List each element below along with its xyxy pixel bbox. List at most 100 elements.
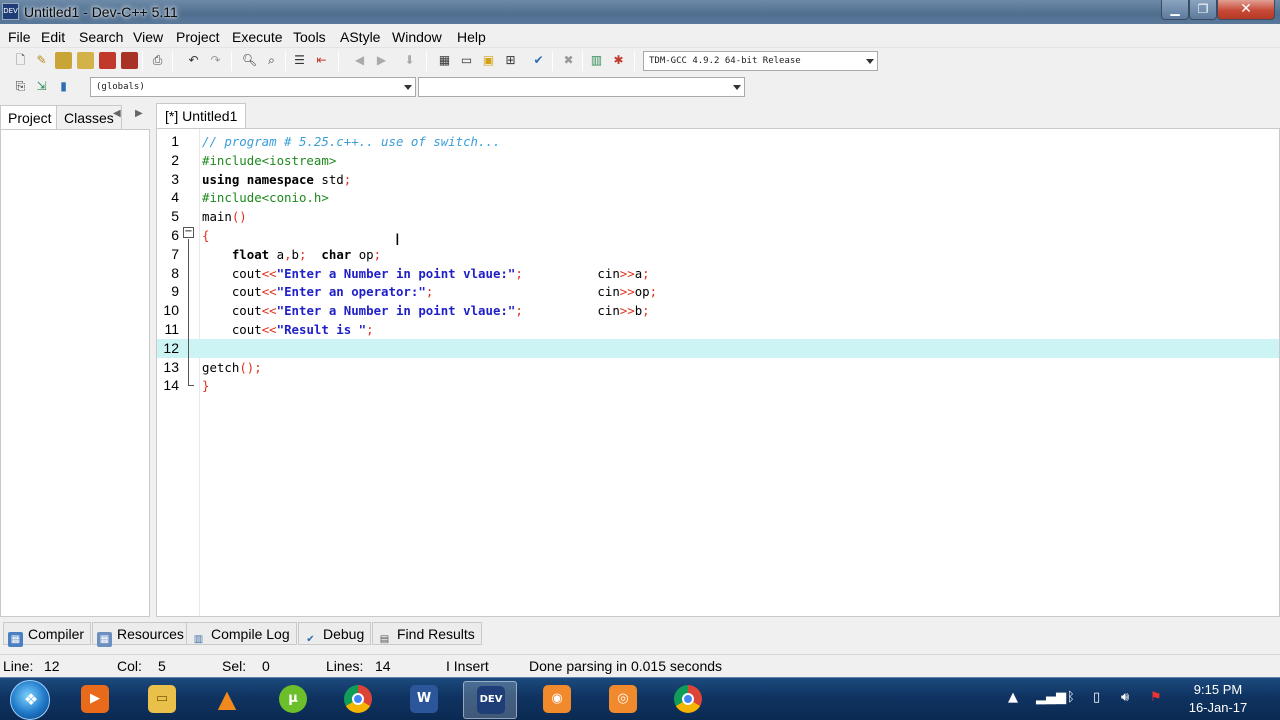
- menu-search[interactable]: Search: [79, 29, 123, 45]
- maximize-button[interactable]: ❐: [1189, 0, 1217, 20]
- fold-collapse-icon[interactable]: −: [183, 227, 194, 238]
- windows-logo-icon: ❖: [23, 690, 39, 709]
- code-line[interactable]: 14}: [157, 376, 1279, 395]
- menu-view[interactable]: View: [133, 29, 163, 45]
- status-col-value: 5: [158, 658, 166, 674]
- print-icon[interactable]: ⎙: [149, 52, 166, 69]
- tab-find-results[interactable]: ▤ Find Results: [372, 622, 482, 645]
- save-all-icon[interactable]: [77, 52, 94, 69]
- scroll-right-icon[interactable]: ▶: [135, 108, 143, 119]
- code-line[interactable]: 4 #include<conio.h>: [157, 188, 1279, 207]
- redo-icon[interactable]: ↷: [207, 52, 224, 69]
- profile-chart-icon[interactable]: ▥: [588, 52, 605, 69]
- project-add-icon[interactable]: ▭: [458, 52, 475, 69]
- check-syntax-icon[interactable]: ✔: [530, 52, 547, 69]
- project-options-icon[interactable]: ⊞: [502, 52, 519, 69]
- chevron-down-icon: [733, 85, 741, 90]
- text-cursor-marker: I: [446, 658, 454, 674]
- code-line[interactable]: 6{: [157, 226, 1279, 245]
- taskbar-chrome[interactable]: [331, 681, 385, 719]
- toolbar-separator: [582, 51, 583, 71]
- menu-file[interactable]: File: [8, 29, 31, 45]
- battery-icon[interactable]: ▯: [1093, 690, 1100, 705]
- close-all-icon[interactable]: [121, 52, 138, 69]
- tab-classes[interactable]: Classes: [56, 105, 122, 129]
- start-button[interactable]: ❖: [10, 680, 50, 720]
- code-line[interactable]: 5 main(): [157, 207, 1279, 226]
- bookmark-icon[interactable]: ◀: [351, 52, 368, 69]
- close-button[interactable]: ✕: [1217, 0, 1275, 20]
- code-line[interactable]: 3 using namespace std;: [157, 170, 1279, 189]
- goto-icon[interactable]: ▮: [55, 78, 72, 95]
- goto-line-icon[interactable]: ⬇: [401, 52, 418, 69]
- code-line[interactable]: 8 cout<<"Enter a Number in point vlaue:"…: [157, 264, 1279, 283]
- close-file-icon[interactable]: [99, 52, 116, 69]
- toggle-icon[interactable]: ⇲: [33, 78, 50, 95]
- menu-help[interactable]: Help: [457, 29, 486, 45]
- delete-profile-icon[interactable]: ✱: [610, 52, 627, 69]
- system-clock[interactable]: 9:15 PM 16-Jan-17: [1182, 681, 1254, 717]
- taskbar-devcpp[interactable]: DEV: [463, 681, 517, 719]
- code-line[interactable]: 12: [157, 338, 1279, 358]
- code-line[interactable]: 10 cout<<"Enter a Number in point vlaue:…: [157, 301, 1279, 320]
- stop-execution-icon[interactable]: ✖: [560, 52, 577, 69]
- devcpp-app-icon[interactable]: DEV: [2, 3, 19, 20]
- find-icon[interactable]: 🔍︎: [241, 52, 258, 69]
- scroll-left-icon[interactable]: ◀: [113, 108, 121, 119]
- menu-window[interactable]: Window: [392, 29, 442, 45]
- code-line[interactable]: 7 float a,b; char op;: [157, 245, 1279, 264]
- insert-icon[interactable]: ⎘: [12, 78, 29, 95]
- taskbar-chrome-2[interactable]: [661, 681, 715, 719]
- tab-compiler-label: Compiler: [28, 626, 85, 642]
- taskbar-media-player[interactable]: ▶: [68, 681, 122, 719]
- taskbar-word[interactable]: W: [397, 681, 451, 719]
- menu-project[interactable]: Project: [176, 29, 220, 45]
- code-line[interactable]: 9 cout<<"Enter an operator:"; cin>>op;: [157, 282, 1279, 301]
- compiler-select-value: TDM-GCC 4.9.2 64-bit Release: [649, 56, 801, 66]
- tab-untitled1[interactable]: [*] Untitled1: [156, 103, 247, 128]
- volume-icon[interactable]: 🔊︎: [1121, 690, 1129, 705]
- project-tree[interactable]: [0, 129, 150, 617]
- new-file-icon[interactable]: 🗋: [12, 52, 29, 69]
- open-file-icon[interactable]: ✎: [33, 52, 50, 69]
- menu-edit[interactable]: Edit: [41, 29, 65, 45]
- taskbar-vlc[interactable]: ▲: [200, 681, 254, 719]
- goto-bookmark-icon[interactable]: ▶: [373, 52, 390, 69]
- tab-resources[interactable]: ▦ Resources: [92, 622, 191, 647]
- menu-astyle[interactable]: AStyle: [340, 29, 380, 45]
- taskbar-file-explorer[interactable]: ▭: [135, 681, 189, 719]
- indent-icon[interactable]: ☰: [291, 52, 308, 69]
- scope-select[interactable]: (globals): [90, 77, 416, 97]
- member-select[interactable]: [418, 77, 745, 97]
- code-line[interactable]: 2 #include<iostream>: [157, 151, 1279, 170]
- show-hidden-icons-icon[interactable]: ▲: [1008, 690, 1018, 705]
- project-remove-icon[interactable]: ▣: [480, 52, 497, 69]
- undo-icon[interactable]: ↶: [185, 52, 202, 69]
- action-center-flag-icon[interactable]: ⚑: [1150, 690, 1162, 705]
- project-new-icon[interactable]: ▦: [436, 52, 453, 69]
- taskbar-utorrent[interactable]: µ: [266, 681, 320, 719]
- minimize-button[interactable]: ▁: [1161, 0, 1189, 20]
- code-line[interactable]: 11 cout<<"Result is ";: [157, 320, 1279, 339]
- unindent-icon[interactable]: ⇤: [313, 52, 330, 69]
- code-line[interactable]: 1 // program # 5.25.c++.. use of switch..…: [157, 132, 1279, 151]
- menu-execute[interactable]: Execute: [232, 29, 283, 45]
- tab-compile-log[interactable]: ▥ Compile Log: [186, 622, 297, 645]
- line-number: 13: [163, 358, 179, 375]
- compiler-select[interactable]: TDM-GCC 4.9.2 64-bit Release: [643, 51, 878, 71]
- code-line[interactable]: 13 getch();: [157, 358, 1279, 377]
- replace-icon[interactable]: ⌕: [263, 52, 280, 69]
- menu-tools[interactable]: Tools: [293, 29, 326, 45]
- line-number: 7: [171, 245, 179, 262]
- taskbar-screenshot-tool[interactable]: ◎: [596, 681, 650, 719]
- bluetooth-icon[interactable]: ᛒ: [1067, 690, 1075, 705]
- code-text: #include<iostream>: [202, 152, 337, 168]
- tab-compiler[interactable]: ▦ Compiler: [3, 622, 92, 647]
- taskbar-screen-recorder[interactable]: ◉: [530, 681, 584, 719]
- save-icon[interactable]: [55, 52, 72, 69]
- tab-project[interactable]: Project: [0, 105, 60, 129]
- code-editor[interactable]: 1 // program # 5.25.c++.. use of switch..…: [156, 128, 1280, 617]
- toolbar-separator: [142, 51, 143, 71]
- network-signal-icon[interactable]: ▂▄▆: [1036, 690, 1066, 705]
- tab-debug[interactable]: ✔ Debug: [298, 622, 372, 645]
